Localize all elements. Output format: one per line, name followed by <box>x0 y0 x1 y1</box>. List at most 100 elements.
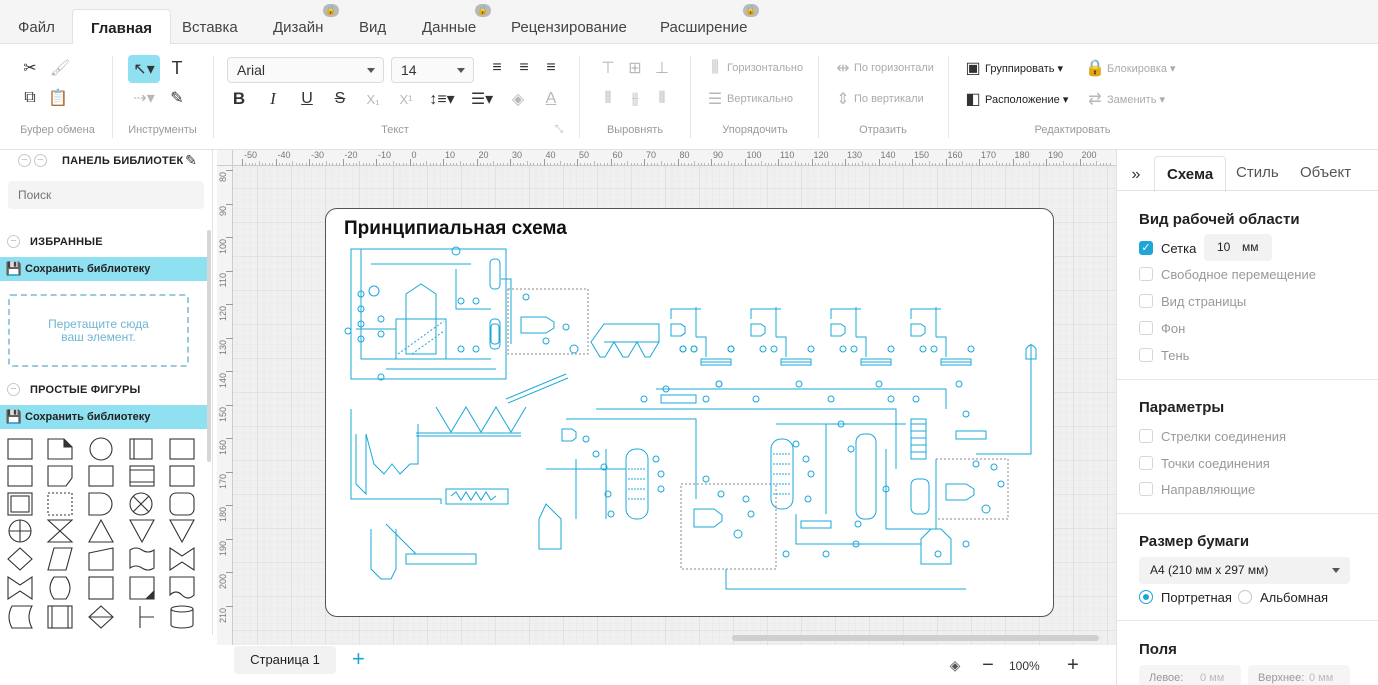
shape-collate[interactable] <box>46 519 74 543</box>
shape-rect-b[interactable] <box>88 465 114 487</box>
align-right-icon[interactable]: ≡ <box>540 57 562 79</box>
font-family-select[interactable]: Arial <box>227 57 384 83</box>
shape-note[interactable] <box>47 438 73 460</box>
group-icon[interactable]: ▣ <box>962 57 984 79</box>
format-painter-icon[interactable]: 🖌 <box>49 57 71 79</box>
tab-home[interactable]: Главная <box>72 9 172 45</box>
shape-folded-card[interactable] <box>129 576 155 600</box>
free-move-checkbox[interactable] <box>1139 267 1153 281</box>
lock-label[interactable]: Блокировка ▾ <box>1107 62 1176 75</box>
save-library-button[interactable]: 💾 Сохранить библиотеку <box>0 405 208 429</box>
line-spacing-icon[interactable]: ↕≡▾ <box>428 88 456 110</box>
pen-tool-icon[interactable]: ✎ <box>166 87 188 109</box>
shape-manual-input[interactable] <box>88 547 114 571</box>
font-size-select[interactable]: 14 <box>391 57 474 83</box>
position-label[interactable]: Расположение ▾ <box>985 93 1068 106</box>
edit-library-icon[interactable]: ✎ <box>182 151 200 169</box>
shape-rect-d[interactable] <box>88 576 114 600</box>
favorites-collapse-button[interactable]: − <box>7 235 20 248</box>
text-tool-icon[interactable]: T <box>166 57 188 79</box>
shape-sum-junction[interactable] <box>129 492 153 516</box>
tab-view[interactable]: Вид <box>341 11 404 44</box>
canvas-horizontal-scrollbar[interactable] <box>732 635 1099 641</box>
tab-schema[interactable]: Схема <box>1154 156 1227 192</box>
shape-wave-rect[interactable] <box>169 576 195 599</box>
expand-all-button[interactable]: − <box>34 154 47 167</box>
paste-icon[interactable]: 📋 <box>47 87 69 109</box>
library-search-input[interactable] <box>8 181 204 209</box>
collapse-panel-icon[interactable]: » <box>1125 164 1147 186</box>
shape-merge[interactable] <box>169 519 195 544</box>
shape-internal-storage[interactable] <box>129 465 155 487</box>
shape-tape[interactable] <box>129 547 155 571</box>
pointer-tool-button[interactable]: ↖▾ <box>128 55 160 83</box>
distribute-horizontal-icon[interactable]: ⫼ <box>704 57 726 79</box>
subscript-icon[interactable]: X₁ <box>362 88 384 110</box>
distribute-horizontal-label[interactable]: Горизонтально <box>727 62 803 74</box>
zoom-level[interactable]: 100% <box>1009 659 1040 673</box>
connection-arrows-checkbox[interactable] <box>1139 429 1153 443</box>
tab-file[interactable]: Файл <box>0 11 73 44</box>
shape-diamond[interactable] <box>7 547 33 571</box>
align-left-icon[interactable]: ≡ <box>486 57 508 79</box>
shape-rect-c[interactable] <box>169 465 195 487</box>
shape-decision[interactable] <box>88 605 114 629</box>
grid-size-input[interactable]: 10 мм <box>1204 234 1272 261</box>
library-scrollbar[interactable] <box>207 230 211 462</box>
shape-cylinder[interactable] <box>170 605 194 629</box>
align-center-obj-icon[interactable]: ⫵ <box>624 88 646 110</box>
align-bottom-icon[interactable]: ⊥ <box>651 57 673 79</box>
add-page-button[interactable]: + <box>352 647 365 671</box>
shape-rounded-rect[interactable] <box>169 492 195 516</box>
shape-rectangle-2[interactable] <box>169 438 195 460</box>
replace-icon[interactable]: ⇄ <box>1084 88 1106 110</box>
shape-bowtie[interactable] <box>169 546 195 572</box>
strikethrough-icon[interactable]: S <box>329 88 351 110</box>
text-settings-icon[interactable]: ⤡ <box>552 122 566 136</box>
position-icon[interactable]: ◧ <box>962 88 984 110</box>
superscript-icon[interactable]: X¹ <box>395 88 417 110</box>
list-icon[interactable]: ☰▾ <box>468 88 496 110</box>
background-checkbox[interactable] <box>1139 321 1153 335</box>
align-middle-icon[interactable]: ⊞ <box>624 57 646 79</box>
margin-top-input[interactable]: Верхнее: 0 мм <box>1248 665 1350 685</box>
grid-checkbox[interactable]: ✓ <box>1139 241 1153 255</box>
align-right-obj-icon[interactable]: ⫴ <box>651 88 673 110</box>
shape-loop-limit[interactable] <box>49 576 71 600</box>
group-label[interactable]: Группировать ▾ <box>985 62 1063 75</box>
process-schematic[interactable] <box>326 209 1054 617</box>
zoom-out-button[interactable]: − <box>977 654 999 676</box>
distribute-vertical-icon[interactable]: ☰ <box>704 88 726 110</box>
shape-delay[interactable] <box>88 492 113 516</box>
shape-annotation[interactable] <box>139 606 154 628</box>
save-library-button[interactable]: 💾 Сохранить библиотеку <box>0 257 208 281</box>
portrait-radio[interactable] <box>1139 590 1153 604</box>
shape-triangle[interactable] <box>88 518 114 543</box>
diagram-page[interactable]: Принципиальная схема <box>325 208 1054 617</box>
align-left-obj-icon[interactable]: ⫴ <box>597 88 619 110</box>
copy-icon[interactable]: ⧉ <box>19 87 41 109</box>
tab-object[interactable]: Объект <box>1300 164 1351 181</box>
shape-process[interactable] <box>129 438 153 460</box>
connector-tool-icon[interactable]: ⇢▾ <box>130 87 158 109</box>
page-view-checkbox[interactable] <box>1139 294 1153 308</box>
zoom-in-button[interactable]: + <box>1062 654 1084 676</box>
align-top-icon[interactable]: ⊤ <box>597 57 619 79</box>
flip-vertical-icon[interactable]: ⇕ <box>832 88 854 110</box>
collapse-all-button[interactable]: − <box>18 154 31 167</box>
shape-predefined[interactable] <box>47 605 73 629</box>
distribute-vertical-label[interactable]: Вертикально <box>727 93 793 105</box>
landscape-radio[interactable] <box>1238 590 1252 604</box>
flip-horizontal-label[interactable]: По горизонтали <box>854 62 934 74</box>
shape-card[interactable] <box>47 465 73 487</box>
shape-rect-a[interactable] <box>7 465 33 487</box>
flip-horizontal-icon[interactable]: ⇹ <box>832 57 854 79</box>
align-center-icon[interactable]: ≡ <box>513 57 535 79</box>
simple-shapes-collapse-button[interactable]: − <box>7 383 20 396</box>
font-color-icon[interactable]: A <box>540 88 562 110</box>
shape-stored-data[interactable] <box>8 605 33 629</box>
shape-or-junction[interactable] <box>8 519 32 543</box>
flip-vertical-label[interactable]: По вертикали <box>854 93 924 105</box>
paper-size-select[interactable]: A4 (210 мм x 297 мм) <box>1139 557 1350 584</box>
cut-icon[interactable]: ✂ <box>19 57 41 79</box>
